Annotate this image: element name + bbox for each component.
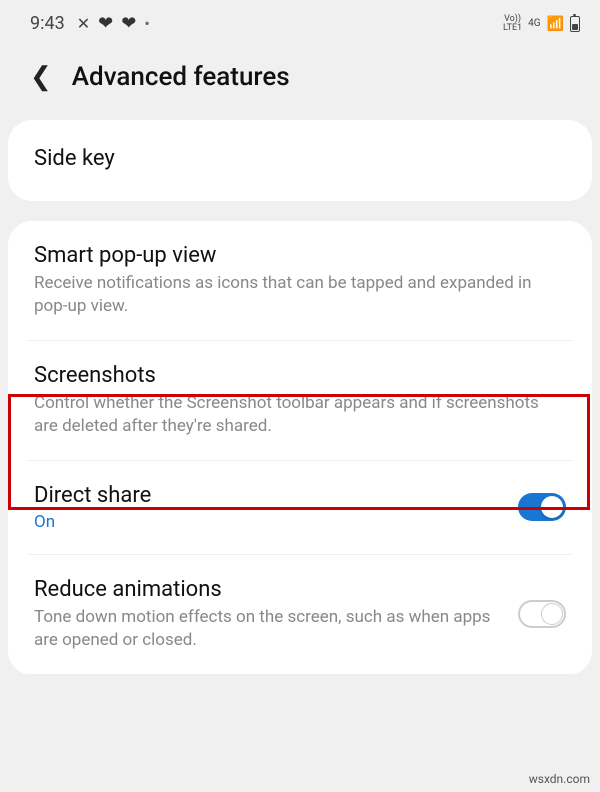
item-status: On: [34, 512, 502, 532]
status-bar: 9:43 ✕ ❤ ❤ • Vo)) LTE1 4G 📶: [0, 0, 600, 42]
item-title: Direct share: [34, 483, 502, 508]
page-title: Advanced features: [72, 62, 290, 92]
direct-share-toggle[interactable]: [518, 493, 566, 521]
back-button[interactable]: ❮: [30, 62, 52, 92]
settings-card: Smart pop-up view Receive notifications …: [8, 221, 592, 675]
network-type: 4G: [528, 18, 540, 29]
sidekey-card[interactable]: Side key: [8, 120, 592, 201]
heart-icon: ❤: [98, 13, 113, 34]
watermark: wsxdn.com: [529, 772, 590, 786]
clock: 9:43: [30, 13, 65, 34]
smart-popup-item[interactable]: Smart pop-up view Receive notifications …: [8, 221, 592, 340]
item-desc: Receive notifications as icons that can …: [34, 272, 566, 318]
app-header: ❮ Advanced features: [0, 42, 600, 120]
battery-icon: [570, 16, 580, 32]
sidekey-title: Side key: [34, 146, 566, 171]
x-icon: ✕: [77, 14, 90, 33]
direct-share-item[interactable]: Direct share On: [8, 461, 592, 554]
status-right: Vo)) LTE1 4G 📶: [503, 15, 580, 33]
heart-icon: ❤: [121, 13, 136, 34]
reduce-animations-item[interactable]: Reduce animations Tone down motion effec…: [8, 555, 592, 674]
signal-icon: 📶: [547, 16, 564, 32]
screenshots-item[interactable]: Screenshots Control whether the Screensh…: [8, 341, 592, 460]
more-icon: •: [144, 14, 149, 33]
reduce-animations-toggle[interactable]: [518, 600, 566, 628]
item-desc: Control whether the Screenshot toolbar a…: [34, 392, 566, 438]
item-title: Reduce animations: [34, 577, 502, 602]
status-left: 9:43 ✕ ❤ ❤ •: [30, 13, 150, 34]
divider: [28, 674, 572, 675]
item-title: Smart pop-up view: [34, 243, 566, 268]
item-title: Screenshots: [34, 363, 566, 388]
volte-icon: Vo)) LTE1: [503, 15, 522, 33]
item-desc: Tone down motion effects on the screen, …: [34, 606, 502, 652]
